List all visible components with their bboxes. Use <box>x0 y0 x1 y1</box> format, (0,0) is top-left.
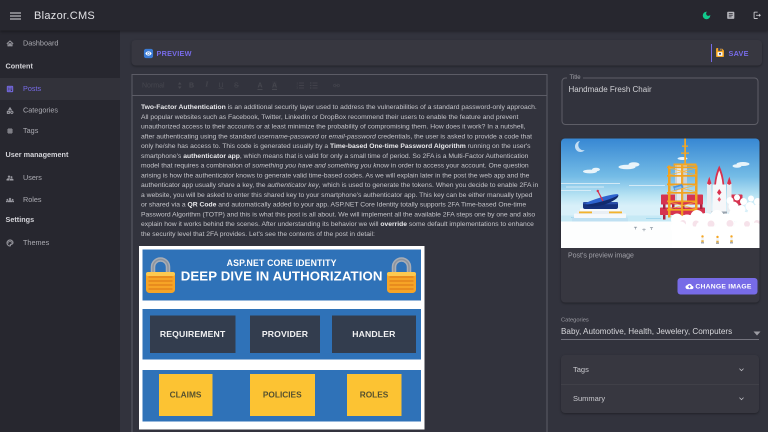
svg-text:3: 3 <box>297 87 299 90</box>
